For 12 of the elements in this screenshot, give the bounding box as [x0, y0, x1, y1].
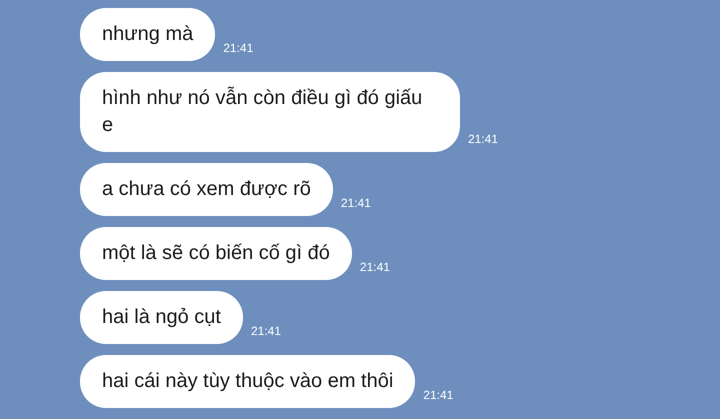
message-time: 21:41 — [340, 195, 371, 212]
message-bubble: một là sẽ có biến cố gì đó — [80, 227, 352, 280]
message-time: 21:41 — [468, 131, 498, 148]
message-bubble: nhưng mà — [80, 8, 216, 61]
message-time: 21:41 — [423, 387, 454, 404]
message-bubble: hai là ngỏ cụt — [80, 291, 243, 344]
message-bubble: hai cái này tùy thuộc vào em thôi — [80, 355, 416, 408]
message-bubble: a chưa có xem được rõ — [80, 163, 333, 216]
message-time: 21:41 — [360, 259, 390, 276]
message-bubble: hình như nó vẫn còn điều gì đó giấu e — [80, 72, 460, 152]
message-time: 21:41 — [223, 40, 254, 57]
message-time: 21:41 — [250, 323, 282, 340]
